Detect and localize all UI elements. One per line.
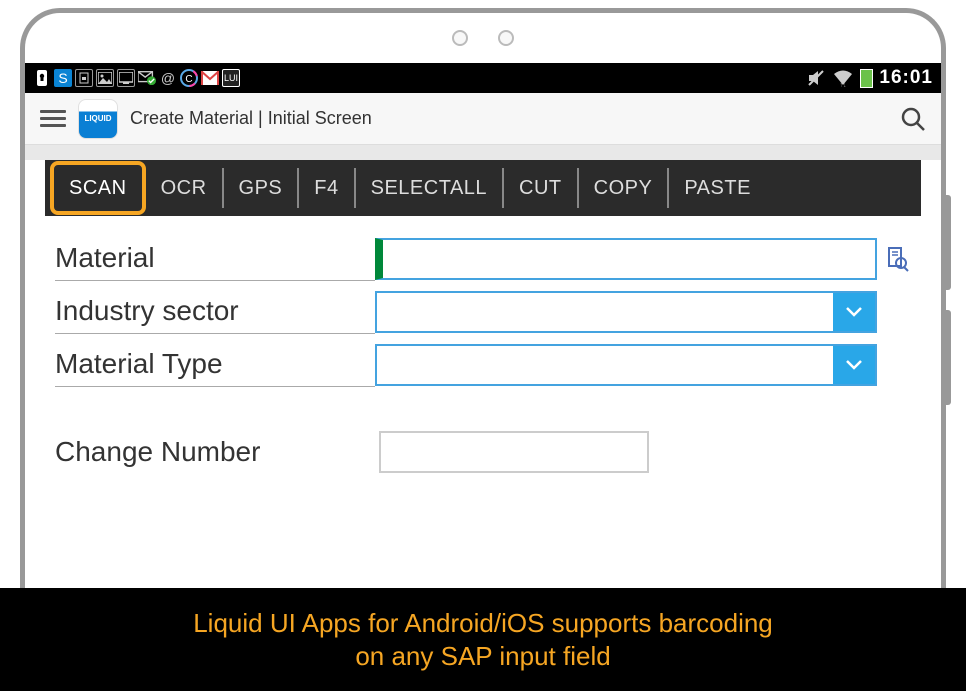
tablet-camera-row <box>25 13 941 63</box>
industry-sector-label: Industry sector <box>55 289 375 334</box>
material-type-label: Material Type <box>55 342 375 387</box>
skype-icon: S <box>54 69 72 87</box>
mute-icon <box>806 68 826 88</box>
lui-icon: LUI <box>222 69 240 87</box>
context-menu-paste[interactable]: PASTE <box>669 168 766 208</box>
material-type-dropdown[interactable] <box>375 344 877 386</box>
camera-dot-icon <box>452 30 468 46</box>
material-label: Material <box>55 236 375 281</box>
app-header: LIQUID Create Material | Initial Screen <box>25 93 941 145</box>
document-search-icon <box>883 246 909 272</box>
material-type-value <box>377 346 833 384</box>
mail-check-icon <box>138 69 156 87</box>
liquid-ui-logo-icon: LIQUID <box>78 99 118 139</box>
at-icon: @ <box>159 69 177 87</box>
search-icon <box>900 106 926 132</box>
context-menu-gps[interactable]: GPS <box>224 168 300 208</box>
search-button[interactable] <box>900 106 926 132</box>
context-menu-cut[interactable]: CUT <box>504 168 579 208</box>
caption-line-1: Liquid UI Apps for Android/iOS supports … <box>193 608 773 639</box>
context-menu-scan[interactable]: SCAN <box>50 161 146 215</box>
industry-sector-dropdown[interactable] <box>375 291 877 333</box>
circle-c-icon: C <box>180 69 198 87</box>
material-input[interactable] <box>375 238 877 280</box>
status-bar-clock: 16:01 <box>879 67 933 89</box>
context-menu-toolbar: SCAN OCR GPS F4 SELECTALL CUT COPY PASTE <box>45 160 921 216</box>
camera-dot-icon <box>498 30 514 46</box>
page-title: Create Material | Initial Screen <box>130 108 372 129</box>
keyhole-icon <box>33 69 51 87</box>
industry-sector-value <box>377 293 833 331</box>
chevron-down-icon <box>845 359 863 371</box>
dropdown-arrow-button[interactable] <box>833 346 875 384</box>
status-bar-right: ↑↓ 16:01 <box>806 67 933 89</box>
context-menu-ocr[interactable]: OCR <box>146 168 224 208</box>
form-area: Material Industry sector <box>25 216 941 502</box>
tablet-frame: S @ C LUI <box>20 8 946 588</box>
gmail-icon <box>201 69 219 87</box>
context-menu-selectall[interactable]: SELECTALL <box>356 168 504 208</box>
search-help-button[interactable] <box>881 244 911 274</box>
status-bar-left: S @ C LUI <box>33 69 240 87</box>
caption-band: Liquid UI Apps for Android/iOS supports … <box>0 588 966 691</box>
svg-text:↑↓: ↑↓ <box>840 82 847 87</box>
form-row-material: Material <box>55 236 911 281</box>
wifi-icon: ↑↓ <box>832 69 854 87</box>
form-row-change-number: Change Number <box>55 430 911 474</box>
android-status-bar: S @ C LUI <box>25 63 941 93</box>
dropdown-arrow-button[interactable] <box>833 293 875 331</box>
cast-icon <box>117 69 135 87</box>
change-number-input[interactable] <box>379 431 649 473</box>
spacer-strip <box>25 145 941 160</box>
form-row-industry-sector: Industry sector <box>55 289 911 334</box>
chevron-down-icon <box>845 306 863 318</box>
caption-line-2: on any SAP input field <box>355 641 610 672</box>
battery-icon <box>860 69 873 88</box>
sim-icon <box>75 69 93 87</box>
form-row-material-type: Material Type <box>55 342 911 387</box>
picture-icon <box>96 69 114 87</box>
change-number-label: Change Number <box>55 430 375 474</box>
context-menu-copy[interactable]: COPY <box>579 168 670 208</box>
context-menu-f4[interactable]: F4 <box>299 168 355 208</box>
svg-text:C: C <box>185 74 192 85</box>
hamburger-menu-icon[interactable] <box>40 106 66 132</box>
